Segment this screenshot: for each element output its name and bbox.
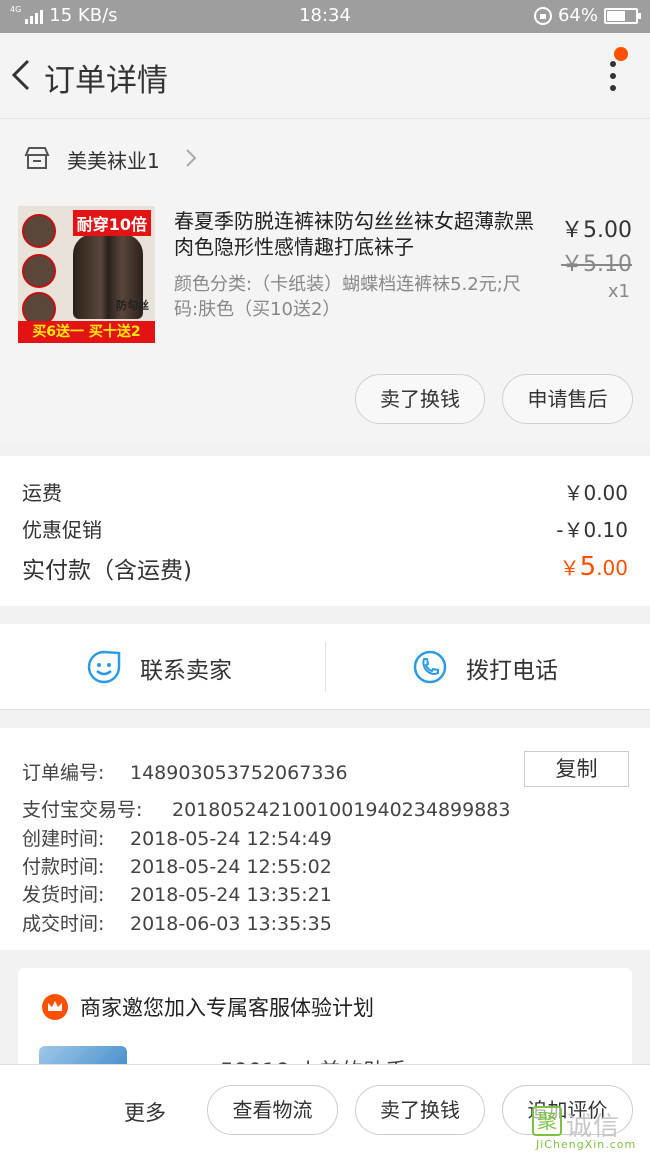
order-info-key: 付款时间: (22, 856, 105, 878)
order-info-value: 2018-06-03 13:35:35 (130, 913, 332, 935)
product-original-price: ￥5.10 (561, 252, 632, 277)
page-title: 订单详情 (44, 63, 168, 99)
battery-icon (604, 7, 641, 24)
discount-label: 优惠促销 (22, 518, 102, 542)
order-info-value: 148903053752067336 (130, 762, 348, 784)
order-info-key: 成交时间: (22, 913, 105, 935)
chat-face-icon (87, 650, 121, 684)
product-quantity: x1 (607, 281, 630, 302)
status-bar: 4G 15 KB/s 18:34 64% (0, 0, 650, 33)
cost-summary: 运费 ￥0.00 优惠促销 -￥0.10 实付款（含运费) ￥5.00 (0, 456, 650, 606)
copy-button[interactable]: 复制 (524, 751, 629, 787)
paid-value: ￥5.00 (560, 552, 628, 582)
order-info-value: 2018-05-24 12:55:02 (130, 856, 332, 878)
order-info-row: 发货时间: 2018-05-24 13:35:21 (22, 880, 332, 907)
watermark-mark: 聚 (532, 1106, 562, 1136)
order-item: 耐穿10倍 防勾丝 买6送一 买十送2 春夏季防脱连裤袜防勾丝丝袜女超薄款黑肉色… (0, 196, 650, 444)
discount-value: -￥0.10 (556, 518, 628, 542)
invite-title: 商家邀您加入专属客服体验计划 (80, 996, 374, 1020)
order-info-key: 支付宝交易号: (22, 799, 143, 821)
order-info-row: 支付宝交易号: 2018052421001001940234899883 (22, 795, 510, 822)
more-vertical-icon[interactable] (606, 57, 620, 97)
notification-dot (614, 47, 628, 61)
product-price: ￥5.00 (561, 218, 632, 243)
product-title[interactable]: 春夏季防脱连裤袜防勾丝丝袜女超薄款黑肉色隐形性感情趣打底袜子 (174, 208, 549, 260)
call-button[interactable]: 拨打电话 (326, 624, 650, 710)
paid-currency: ￥ (559, 556, 580, 580)
order-info-value: 2018-05-24 12:54:49 (130, 828, 332, 850)
after-sales-button[interactable]: 申请售后 (502, 374, 633, 424)
sell-for-cash-bottom-button[interactable]: 卖了换钱 (355, 1085, 485, 1135)
back-arrow-icon[interactable] (8, 55, 38, 95)
image-side-text: 防勾丝 (116, 299, 149, 312)
product-sku: 颜色分类:（卡纸装）蝴蝶档连裤袜5.2元;尺码:肤色（买10送2） (174, 274, 521, 320)
status-right: 64% (533, 5, 641, 26)
chevron-right-icon (184, 148, 198, 168)
image-tag: 耐穿10倍 (72, 210, 151, 236)
sell-for-cash-button[interactable]: 卖了换钱 (355, 374, 485, 424)
contact-seller-label: 联系卖家 (140, 658, 232, 684)
shipping-value: ￥0.00 (563, 481, 628, 505)
watermark-sub: JiChengXin.com (536, 1138, 637, 1151)
order-info-row: 付款时间: 2018-05-24 12:55:02 (22, 852, 332, 879)
store-row[interactable]: 美美袜业1 (0, 120, 650, 196)
product-image[interactable]: 耐穿10倍 防勾丝 买6送一 买十送2 (18, 206, 155, 343)
order-info-key: 创建时间: (22, 828, 105, 850)
order-info-key: 订单编号: (22, 762, 105, 784)
image-circle (22, 214, 56, 248)
paid-decimal: .00 (596, 556, 628, 580)
order-info-row: 创建时间: 2018-05-24 12:54:49 (22, 824, 332, 851)
contact-seller-button[interactable]: 联系卖家 (0, 624, 325, 710)
order-info-value: 2018052421001001940234899883 (172, 799, 511, 821)
order-info-value: 2018-05-24 13:35:21 (130, 884, 332, 906)
order-info: 订单编号: 148903053752067336 复制 支付宝交易号: 201805… (0, 728, 650, 950)
view-logistics-button[interactable]: 查看物流 (207, 1085, 338, 1135)
battery-percent: 64% (557, 5, 598, 26)
call-label: 拨打电话 (466, 658, 558, 684)
order-info-key: 发货时间: (22, 884, 105, 906)
store-icon (24, 146, 50, 170)
shipping-label: 运费 (22, 481, 62, 505)
phone-icon (413, 650, 447, 684)
order-info-row: 成交时间: 2018-06-03 13:35:35 (22, 909, 332, 936)
image-banner: 买6送一 买十送2 (18, 321, 155, 343)
order-info-row: 订单编号: 148903053752067336 (22, 758, 348, 785)
paid-label: 实付款（含运费) (22, 558, 192, 584)
more-button[interactable]: 更多 (124, 1097, 166, 1127)
contact-bar: 联系卖家 拨打电话 (0, 624, 650, 710)
battery-fill (607, 10, 625, 21)
store-name: 美美袜业1 (67, 149, 160, 173)
paid-integer: 5 (579, 552, 597, 582)
crown-icon (42, 994, 68, 1020)
image-circle (22, 254, 56, 288)
app-header: 订单详情 (0, 33, 650, 119)
watermark-logo: 聚 诚信 JiChengXin.com (532, 1106, 648, 1151)
rotation-lock-icon (533, 6, 552, 25)
